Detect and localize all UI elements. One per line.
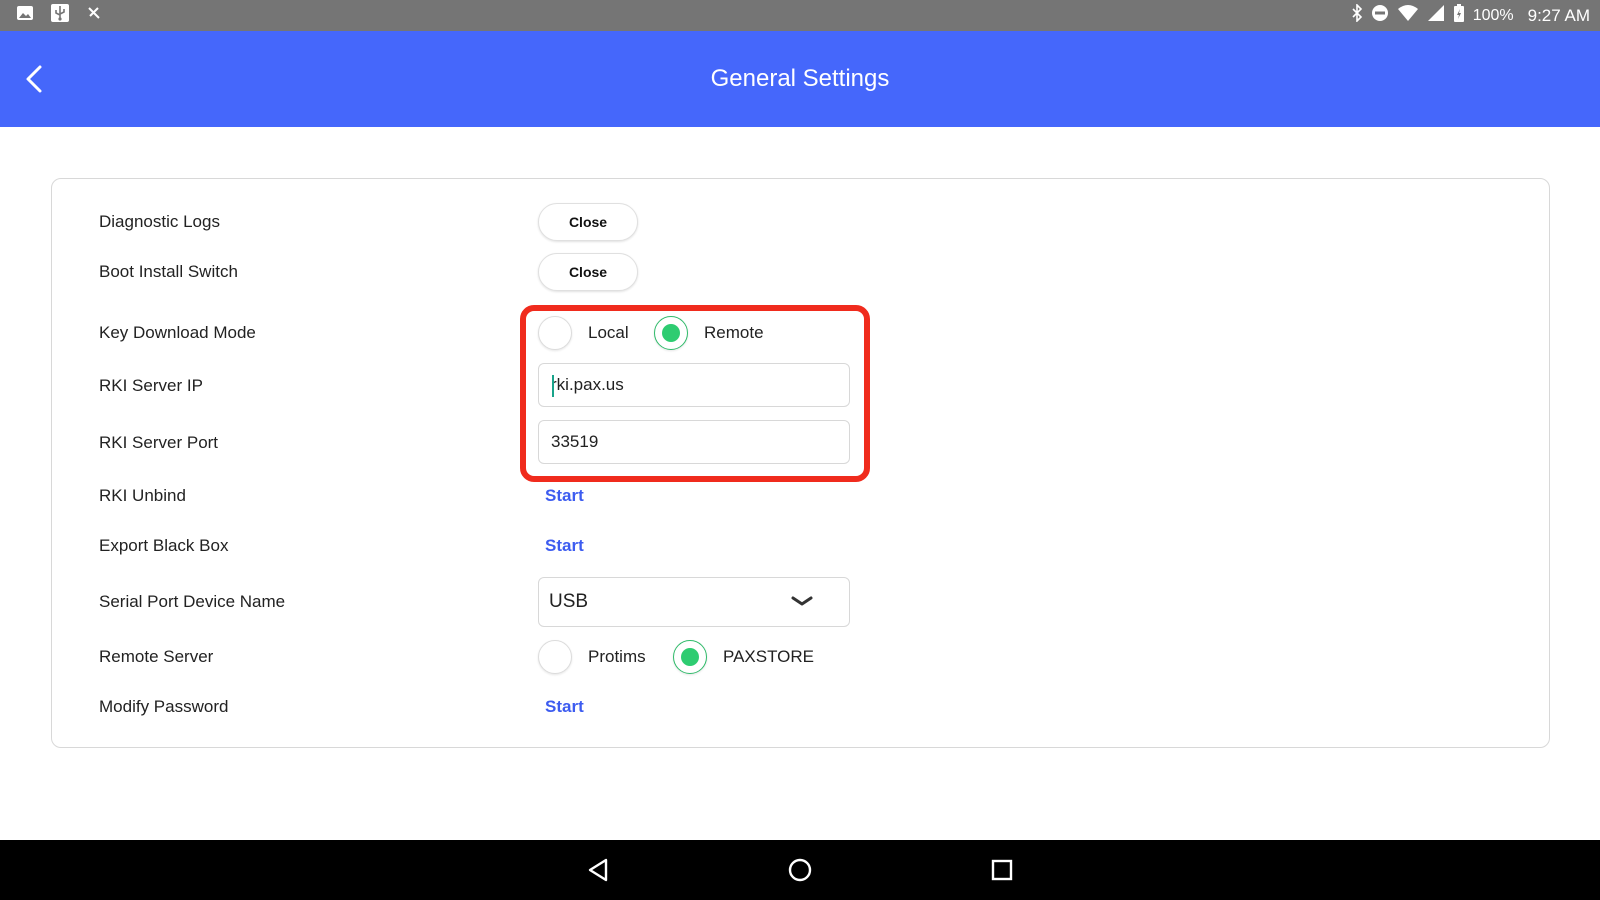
battery-charging-icon [1453,3,1465,28]
circle-home-icon [788,858,812,882]
rki-unbind-start-link[interactable]: Start [545,486,584,506]
chevron-left-icon [26,65,42,93]
image-notification-icon [16,4,34,27]
remote-server-protims-radio[interactable] [538,640,572,674]
status-bar: 100% 9:27 AM [0,0,1600,31]
key-download-mode-local-radio[interactable] [538,316,572,350]
serial-port-device-value: USB [549,591,589,612]
diagnostic-logs-toggle[interactable]: Close [538,203,638,241]
key-download-mode-local-label: Local [588,323,629,342]
page-title: General Settings [710,65,890,92]
nav-back-button[interactable] [576,850,620,890]
clock: 9:27 AM [1527,5,1590,25]
export-black-box-label: Export Black Box [99,536,229,555]
serial-port-device-select[interactable]: USB [538,577,850,627]
bluetooth-icon [1351,3,1363,27]
rki-server-port-value: 33519 [551,432,599,451]
rki-server-ip-value: rki.pax.us [551,375,624,394]
wifi-icon [1397,4,1419,27]
remote-server-paxstore-label: PAXSTORE [723,647,815,666]
square-recents-icon [991,859,1013,881]
nav-recents-button[interactable] [980,850,1024,890]
rki-unbind-label: RKI Unbind [99,486,186,505]
text-cursor [552,375,554,397]
export-black-box-start-link[interactable]: Start [545,536,584,556]
app-bar: General Settings [0,31,1600,127]
remote-server-protims-label: Protims [588,647,646,666]
navigation-bar [0,840,1600,900]
back-button[interactable] [12,57,56,101]
remote-server-paxstore-radio[interactable] [673,640,707,674]
key-download-mode-remote-radio[interactable] [654,316,688,350]
rki-server-ip-label: RKI Server IP [99,376,203,395]
triangle-back-icon [588,858,608,882]
modify-password-label: Modify Password [99,697,229,716]
rki-server-port-input[interactable]: 33519 [538,420,850,464]
diagnostic-logs-label: Diagnostic Logs [99,212,220,231]
modify-password-start-link[interactable]: Start [545,697,584,717]
remote-server-label: Remote Server [99,647,214,666]
battery-percentage: 100% [1472,6,1514,24]
usb-notification-icon [50,3,70,28]
boot-install-switch-toggle[interactable]: Close [538,253,638,291]
rki-server-port-label: RKI Server Port [99,433,219,452]
serial-port-device-name-label: Serial Port Device Name [99,592,286,611]
chevron-down-icon [791,596,813,606]
key-download-mode-remote-label: Remote [704,323,764,342]
do-not-disturb-icon [1371,4,1389,27]
rki-server-ip-input[interactable]: rki.pax.us [538,363,850,407]
key-download-mode-label: Key Download Mode [99,323,256,342]
boot-install-switch-label: Boot Install Switch [99,262,238,281]
sync-off-icon [86,5,102,26]
signal-icon [1427,4,1445,27]
nav-home-button[interactable] [778,850,822,890]
